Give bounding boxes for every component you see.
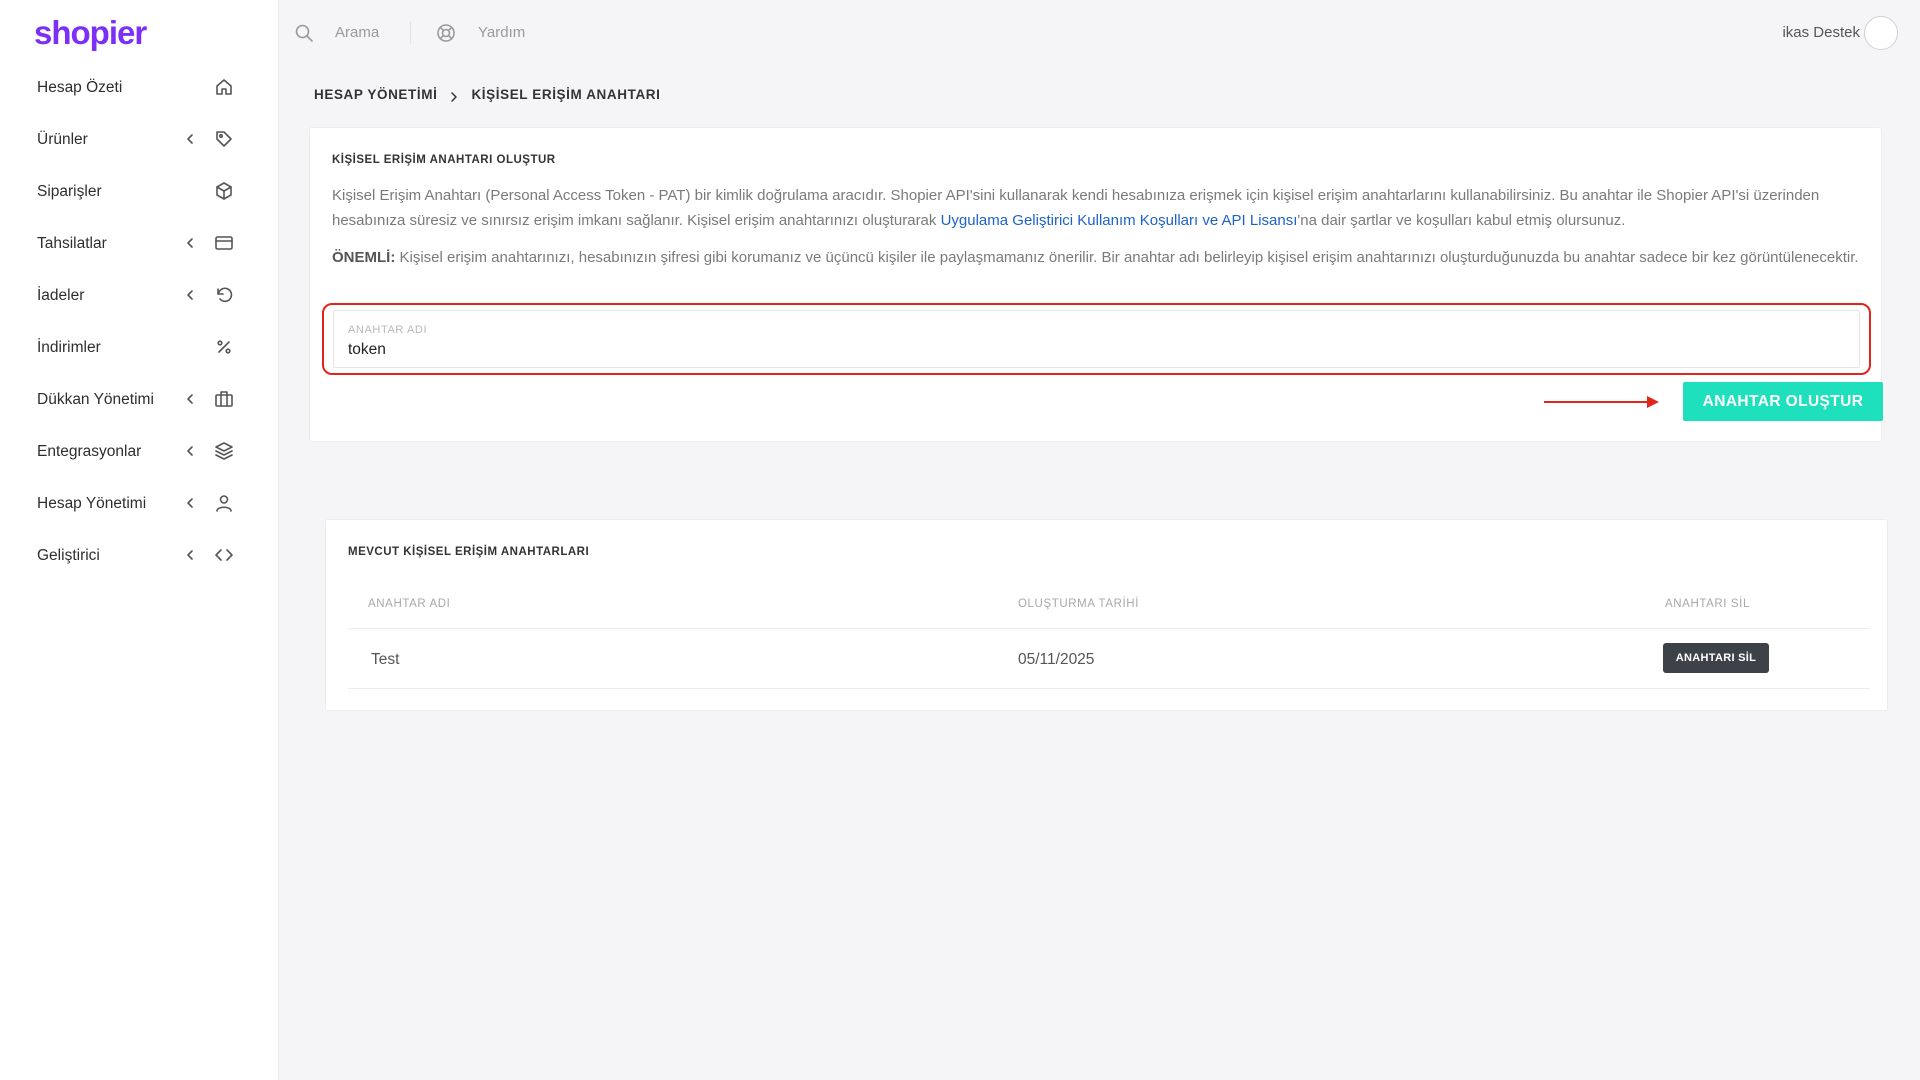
shopier-logo[interactable]: shopier [34,14,147,52]
search-link[interactable]: Arama [335,24,379,41]
key-name-input[interactable] [348,341,1828,359]
column-header-key-name: ANAHTAR ADI [368,598,451,610]
chevron-right-icon [449,90,459,102]
column-header-delete: ANAHTARI SİL [1665,598,1750,610]
create-token-title: KİŞİSEL ERİŞİM ANAHTARI OLUŞTUR [332,154,556,166]
sidebar-item-label: Siparişler [37,183,102,200]
code-icon [214,545,234,565]
chevron-left-icon [182,443,198,459]
sidebar-item-siparisler[interactable]: Siparişler [0,166,279,218]
create-key-button[interactable]: ANAHTAR OLUŞTUR [1683,382,1883,421]
breadcrumb: HESAP YÖNETİMİ KİŞİSEL ERİŞİM ANAHTARI [314,87,661,102]
topbar-divider [410,22,411,44]
sidebar-item-indirimler[interactable]: İndirimler [0,322,279,374]
sidebar-item-hesap-ozeti[interactable]: Hesap Özeti [0,62,279,114]
terms-link[interactable]: Uygulama Geliştirici Kullanım Koşulları … [941,212,1298,229]
box-icon [214,181,234,201]
existing-tokens-title: MEVCUT KİŞİSEL ERİŞİM ANAHTARLARI [348,546,590,558]
description-text-end: 'na dair şartlar ve koşulları kabul etmi… [1297,212,1626,229]
sidebar-item-dukkan-yonetimi[interactable]: Dükkan Yönetimi [0,374,279,426]
home-icon [214,77,234,97]
key-name-field[interactable]: ANAHTAR ADI [333,310,1860,368]
sidebar-item-label: Hesap Özeti [37,79,123,96]
sidebar-item-label: İadeler [37,287,85,304]
sidebar-item-label: Entegrasyonlar [37,443,142,460]
sidebar-item-label: Dükkan Yönetimi [37,391,154,408]
credit-card-icon [214,233,234,253]
user-name[interactable]: ikas Destek [1782,24,1860,41]
key-name-cell: Test [371,651,400,668]
briefcase-icon [214,389,234,409]
sidebar-item-label: Hesap Yönetimi [37,495,147,512]
important-text: Kişisel erişim anahtarınızı, hesabınızın… [395,249,1859,266]
sidebar-item-urunler[interactable]: Ürünler [0,114,279,166]
topbar: Arama Yardım ikas Destek [280,0,1920,66]
user-icon [214,493,234,513]
chevron-left-icon [182,131,198,147]
existing-tokens-card: MEVCUT KİŞİSEL ERİŞİM ANAHTARLARI ANAHTA… [325,519,1888,711]
table-divider [348,688,1870,689]
important-label: ÖNEMLİ: [332,249,396,266]
undo-icon [214,285,234,305]
create-token-card: KİŞİSEL ERİŞİM ANAHTARI OLUŞTUR Kişisel … [309,127,1883,442]
sidebar-item-hesap-yonetimi[interactable]: Hesap Yönetimi [0,478,279,530]
sidebar: shopier Hesap Özeti Ürünler Siparişler T… [0,0,279,1080]
chevron-left-icon [182,495,198,511]
table-divider [348,628,1870,629]
chevron-left-icon [182,547,198,563]
sidebar-item-label: Tahsilatlar [37,235,107,252]
sidebar-item-tahsilatlar[interactable]: Tahsilatlar [0,218,279,270]
avatar[interactable] [1864,16,1898,50]
sidebar-item-label: İndirimler [37,339,101,356]
breadcrumb-parent[interactable]: HESAP YÖNETİMİ [314,87,437,102]
create-token-description: Kişisel Erişim Anahtarı (Personal Access… [332,183,1862,233]
chevron-left-icon [182,235,198,251]
search-icon[interactable] [294,23,314,43]
sidebar-item-entegrasyonlar[interactable]: Entegrasyonlar [0,426,279,478]
arrow-right-icon [1544,396,1659,408]
sidebar-item-gelistirici[interactable]: Geliştirici [0,530,279,582]
sidebar-item-label: Ürünler [37,131,88,148]
help-icon[interactable] [436,23,456,43]
chevron-left-icon [182,391,198,407]
chevron-left-icon [182,287,198,303]
sidebar-nav: Hesap Özeti Ürünler Siparişler Tahsilatl… [0,62,279,582]
column-header-created: OLUŞTURMA TARİHİ [1018,598,1139,610]
created-date-cell: 05/11/2025 [1018,651,1095,668]
layers-icon [214,441,234,461]
key-name-label: ANAHTAR ADI [348,324,428,336]
sidebar-item-label: Geliştirici [37,547,100,564]
delete-key-button[interactable]: ANAHTARI SİL [1663,643,1769,673]
breadcrumb-current: KİŞİSEL ERİŞİM ANAHTARI [471,87,661,102]
sidebar-item-iadeler[interactable]: İadeler [0,270,279,322]
important-note: ÖNEMLİ: Kişisel erişim anahtarınızı, hes… [332,245,1862,270]
tag-icon [214,129,234,149]
percent-icon [214,337,234,357]
help-link[interactable]: Yardım [478,24,525,41]
